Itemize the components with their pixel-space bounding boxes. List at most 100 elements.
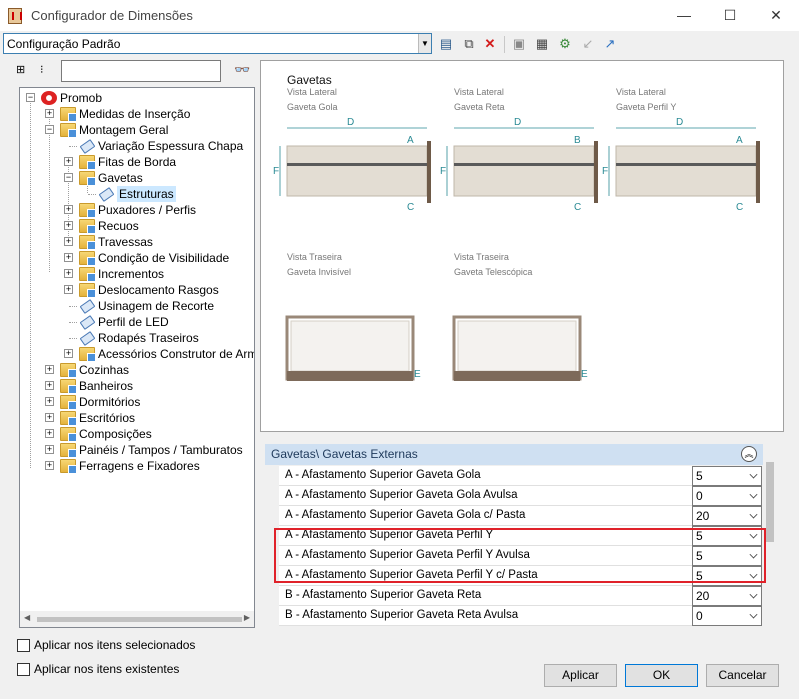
- property-value-select[interactable]: 0: [692, 486, 762, 506]
- chevron-down-icon[interactable]: [749, 610, 758, 619]
- tree-node[interactable]: − Montagem Geral: [20, 122, 254, 138]
- collapse-all-icon[interactable]: ⁝: [40, 63, 44, 76]
- expand-icon[interactable]: +: [64, 253, 73, 262]
- maximize-button[interactable]: ☐: [707, 0, 753, 31]
- tree-node[interactable]: + Deslocamento Rasgos: [20, 282, 254, 298]
- property-row[interactable]: B - Afastamento Superior Gaveta Reta 20: [279, 586, 762, 606]
- tree-node[interactable]: + Fitas de Borda: [20, 154, 254, 170]
- properties-scrollbar[interactable]: [766, 462, 774, 542]
- tree-node-label: Travessas: [98, 235, 153, 249]
- tree-node[interactable]: + Dormitórios: [20, 394, 254, 410]
- collapse-chevron-icon[interactable]: ︽: [741, 446, 757, 462]
- expand-icon[interactable]: +: [45, 461, 54, 470]
- expand-icon[interactable]: +: [45, 445, 54, 454]
- expand-icon[interactable]: +: [64, 221, 73, 230]
- tree-node[interactable]: + Cozinhas: [20, 362, 254, 378]
- tree-node[interactable]: + Banheiros: [20, 378, 254, 394]
- scroll-thumb[interactable]: [37, 617, 242, 622]
- tree-view[interactable]: − Promob + Medidas de Inserção − Montagem Ger…: [19, 87, 255, 628]
- property-value-select[interactable]: 20: [692, 506, 762, 526]
- tree-node[interactable]: + Puxadores / Perfis: [20, 202, 254, 218]
- expand-icon[interactable]: +: [64, 269, 73, 278]
- property-row[interactable]: B - Afastamento Superior Gaveta Reta Avu…: [279, 606, 762, 626]
- tree-horizontal-scrollbar[interactable]: ◀ ▶: [20, 611, 254, 627]
- save-as-icon[interactable]: ▦: [533, 35, 551, 53]
- preview-view-label: Vista Traseira: [454, 252, 509, 262]
- tree-node-label: Escritórios: [79, 411, 136, 425]
- expand-icon[interactable]: +: [45, 365, 54, 374]
- tree-search-input[interactable]: [61, 60, 221, 82]
- ok-button[interactable]: OK: [625, 664, 698, 687]
- expand-icon[interactable]: +: [64, 237, 73, 246]
- import-icon[interactable]: ↙: [579, 35, 597, 53]
- tree-node[interactable]: − Promob: [20, 90, 254, 106]
- expand-icon[interactable]: +: [45, 413, 54, 422]
- tree-node[interactable]: Perfil de LED: [20, 314, 254, 330]
- folder-icon: [79, 347, 96, 362]
- property-value-select[interactable]: 0: [692, 606, 762, 626]
- cancel-button[interactable]: Cancelar: [706, 664, 779, 687]
- settings-icon[interactable]: ⚙: [556, 35, 574, 53]
- minimize-button[interactable]: —: [661, 0, 707, 31]
- scroll-left-icon[interactable]: ◀: [24, 613, 30, 622]
- tree-node[interactable]: + Recuos: [20, 218, 254, 234]
- tree-node[interactable]: Rodapés Traseiros: [20, 330, 254, 346]
- binoculars-search-icon[interactable]: 👓: [234, 62, 250, 78]
- chevron-down-icon[interactable]: [749, 490, 758, 499]
- tree-node[interactable]: + Travessas: [20, 234, 254, 250]
- expand-icon[interactable]: +: [45, 381, 54, 390]
- scroll-right-icon[interactable]: ▶: [244, 613, 250, 622]
- property-row[interactable]: A - Afastamento Superior Gaveta Gola 5: [279, 466, 762, 486]
- folder-icon: [60, 123, 77, 138]
- dropdown-arrow-icon[interactable]: ▼: [418, 34, 431, 53]
- tree-node[interactable]: Usinagem de Recorte: [20, 298, 254, 314]
- tree-node[interactable]: + Composições: [20, 426, 254, 442]
- chevron-down-icon[interactable]: [749, 510, 758, 519]
- apply-existing-checkbox[interactable]: [17, 663, 30, 676]
- tree-node-label: Cozinhas: [79, 363, 130, 377]
- property-value-select[interactable]: 20: [692, 586, 762, 606]
- expand-icon[interactable]: +: [64, 349, 73, 358]
- copy-config-icon[interactable]: ⧉: [460, 35, 478, 53]
- collapse-icon[interactable]: −: [26, 93, 35, 102]
- tree-node[interactable]: + Condição de Visibilidade: [20, 250, 254, 266]
- apply-selected-checkbox[interactable]: [17, 639, 30, 652]
- tree-node[interactable]: Variação Espessura Chapa: [20, 138, 254, 154]
- property-value-select[interactable]: 5: [692, 466, 762, 486]
- property-row[interactable]: A - Afastamento Superior Gaveta Gola Avu…: [279, 486, 762, 506]
- save-icon[interactable]: ▣: [510, 35, 528, 53]
- expand-icon[interactable]: +: [64, 205, 73, 214]
- chevron-down-icon[interactable]: [749, 470, 758, 479]
- collapse-icon[interactable]: −: [64, 173, 73, 182]
- expand-icon[interactable]: +: [64, 285, 73, 294]
- expand-icon[interactable]: +: [64, 157, 73, 166]
- folder-icon: [79, 155, 96, 170]
- export-icon[interactable]: ↗: [601, 35, 619, 53]
- configuration-value: Configuração Padrão: [7, 37, 121, 51]
- expand-all-icon[interactable]: ⊞: [16, 63, 25, 76]
- tree-node[interactable]: + Incrementos: [20, 266, 254, 282]
- chevron-down-icon[interactable]: [749, 590, 758, 599]
- tree-node[interactable]: + Acessórios Construtor de Armário: [20, 346, 254, 362]
- collapse-icon[interactable]: −: [45, 125, 54, 134]
- expand-icon[interactable]: +: [45, 109, 54, 118]
- properties-header-title: Gavetas\ Gavetas Externas: [271, 447, 418, 461]
- property-row[interactable]: A - Afastamento Superior Gaveta Gola c/ …: [279, 506, 762, 526]
- tree-node[interactable]: + Escritórios: [20, 410, 254, 426]
- delete-icon[interactable]: ✕: [481, 35, 499, 53]
- tree-connector: [69, 322, 77, 323]
- apply-button[interactable]: Aplicar: [544, 664, 617, 687]
- drawer-front: [453, 145, 595, 197]
- tree-node[interactable]: + Painéis / Tampos / Tamburatos: [20, 442, 254, 458]
- dimension-label: A: [407, 135, 414, 146]
- configuration-select[interactable]: Configuração Padrão ▼: [3, 33, 432, 54]
- tree-node[interactable]: + Medidas de Inserção: [20, 106, 254, 122]
- tree-node[interactable]: − Gavetas: [20, 170, 254, 186]
- property-label: A - Afastamento Superior Gaveta Gola: [285, 469, 481, 481]
- tree-node[interactable]: Estruturas: [20, 186, 254, 202]
- new-config-icon[interactable]: ▤: [437, 35, 455, 53]
- tree-node[interactable]: + Ferragens e Fixadores: [20, 458, 254, 474]
- expand-icon[interactable]: +: [45, 429, 54, 438]
- close-button[interactable]: ✕: [753, 0, 799, 31]
- expand-icon[interactable]: +: [45, 397, 54, 406]
